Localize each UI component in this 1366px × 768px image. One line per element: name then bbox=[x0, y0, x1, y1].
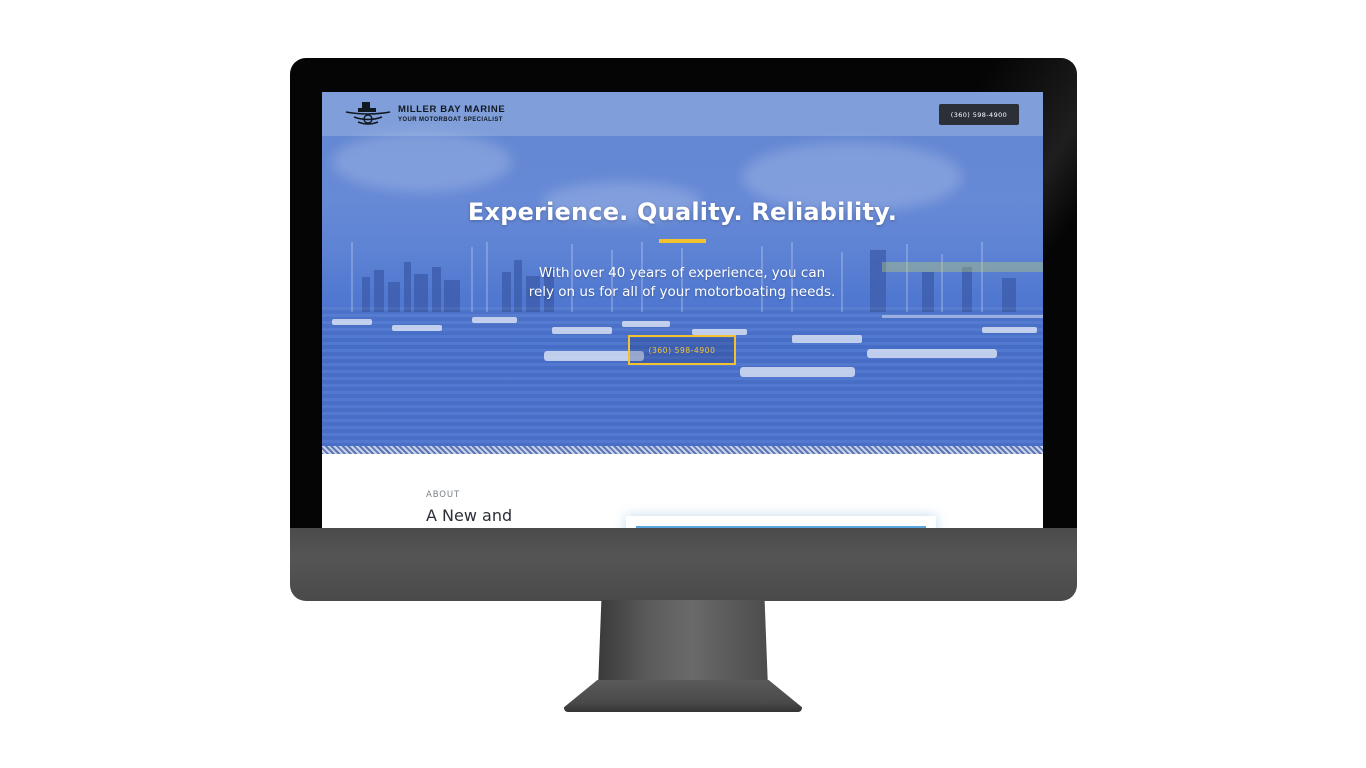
site-header: MILLER BAY MARINE YOUR MOTORBOAT SPECIAL… bbox=[322, 92, 1043, 136]
boat-waves-logo-icon bbox=[345, 102, 391, 125]
about-eyebrow: ABOUT bbox=[426, 490, 461, 500]
brand-tagline: YOUR MOTORBOAT SPECIALIST bbox=[398, 116, 503, 123]
hero-subtitle-line-2: rely on us for all of your motorboating … bbox=[528, 284, 836, 300]
hero-divider bbox=[659, 239, 706, 243]
decorative-pattern-strip bbox=[322, 446, 1043, 454]
cloud bbox=[332, 132, 512, 192]
boats-layer bbox=[332, 315, 1043, 377]
hero-title: Experience. Quality. Reliability. bbox=[467, 198, 898, 226]
site-logo[interactable]: MILLER BAY MARINE YOUR MOTORBOAT SPECIAL… bbox=[344, 100, 505, 128]
monitor-chin bbox=[290, 528, 1077, 601]
website-screen: MILLER BAY MARINE YOUR MOTORBOAT SPECIAL… bbox=[322, 92, 1043, 528]
brand-name: MILLER BAY MARINE bbox=[398, 104, 506, 116]
hero-subtitle-line-1: With over 40 years of experience, you ca… bbox=[538, 265, 826, 281]
monitor-stand-base bbox=[564, 680, 802, 712]
monitor-stand-neck bbox=[598, 600, 768, 688]
hero-section: MILLER BAY MARINE YOUR MOTORBOAT SPECIAL… bbox=[322, 92, 1043, 454]
about-image-card bbox=[626, 516, 936, 528]
about-section: ABOUT A New and bbox=[322, 455, 1043, 528]
header-phone-button[interactable]: (360) 598-4900 bbox=[939, 104, 1019, 125]
logo-wordmark: MILLER BAY MARINE YOUR MOTORBOAT SPECIAL… bbox=[398, 105, 505, 123]
about-card-accent bbox=[636, 526, 926, 528]
monitor-mockup: MILLER BAY MARINE YOUR MOTORBOAT SPECIAL… bbox=[0, 0, 1366, 768]
about-heading: A New and bbox=[426, 506, 513, 525]
hero-subtitle: With over 40 years of experience, you ca… bbox=[482, 264, 882, 302]
hero-call-button[interactable]: (360) 598-4900 bbox=[628, 335, 736, 365]
